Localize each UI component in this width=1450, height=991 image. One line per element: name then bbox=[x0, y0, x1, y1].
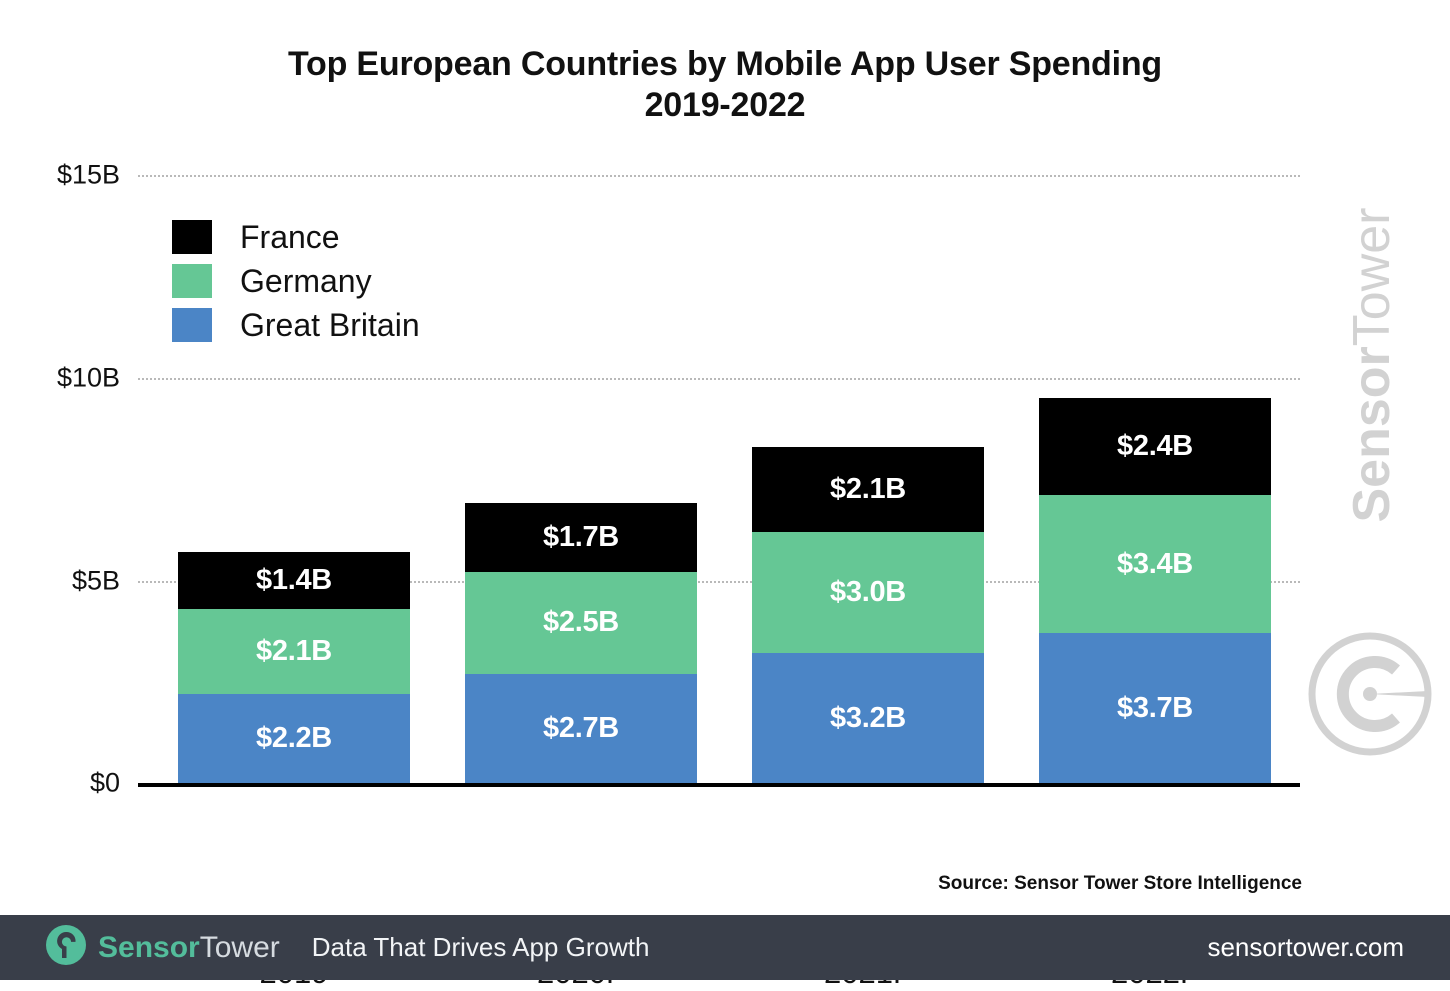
bar-value-label: $3.2B bbox=[830, 701, 906, 734]
footer-brand: SensorTower bbox=[98, 930, 280, 964]
y-axis-tick-0: $0 bbox=[89, 767, 120, 798]
bar-value-label: $3.7B bbox=[1117, 691, 1193, 724]
source-note: Source: Sensor Tower Store Intelligence bbox=[938, 873, 1302, 894]
y-axis-tick-10b: $10B bbox=[56, 362, 120, 393]
bar-value-label: $2.7B bbox=[543, 711, 619, 744]
bar-value-label: $3.0B bbox=[830, 576, 906, 609]
bar-value-label: $2.4B bbox=[1117, 430, 1193, 463]
bar-value-label: $2.5B bbox=[543, 606, 619, 639]
bar-group-2022f[interactable]: $2.4B $3.4B $3.7B bbox=[1039, 397, 1271, 783]
legend-label-germany: Germany bbox=[240, 263, 372, 299]
legend-label-france: France bbox=[240, 219, 340, 255]
bar-segment-germany-2019[interactable]: $2.1B bbox=[178, 608, 410, 694]
bar-segment-great-britain-2021f[interactable]: $3.2B bbox=[752, 653, 984, 783]
footer-bar: SensorTower Data That Drives App Growth … bbox=[0, 915, 1450, 980]
bar-segment-great-britain-2020f[interactable]: $2.7B bbox=[465, 673, 697, 783]
y-axis-tick-15b: $15B bbox=[56, 159, 120, 190]
legend-item-germany[interactable]: Germany bbox=[172, 259, 420, 303]
bar-value-label: $2.1B bbox=[256, 634, 332, 667]
chart-title-line-2: 2019-2022 bbox=[644, 86, 806, 124]
watermark-brand-tower: Tower bbox=[1343, 207, 1401, 347]
bar-segment-germany-2022f[interactable]: $3.4B bbox=[1039, 495, 1271, 633]
bar-value-label: $1.7B bbox=[543, 521, 619, 554]
page-title: Top European Countries by Mobile App Use… bbox=[0, 44, 1450, 126]
gridline-15b bbox=[138, 175, 1300, 177]
footer-brand-tower: Tower bbox=[199, 930, 280, 964]
legend-item-great-britain[interactable]: Great Britain bbox=[172, 303, 420, 347]
bar-segment-france-2020f[interactable]: $1.7B bbox=[465, 503, 697, 573]
bar-value-label: $1.4B bbox=[256, 563, 332, 596]
watermark: SensorTower bbox=[1290, 0, 1450, 900]
sensor-tower-logo-icon bbox=[1304, 628, 1436, 765]
bar-group-2020f[interactable]: $1.7B $2.5B $2.7B bbox=[465, 503, 697, 783]
legend-swatch-germany bbox=[172, 264, 212, 298]
bar-segment-france-2021f[interactable]: $2.1B bbox=[752, 446, 984, 532]
y-axis-tick-5b: $5B bbox=[71, 565, 120, 596]
bar-group-2019[interactable]: $1.4B $2.1B $2.2B bbox=[178, 552, 410, 783]
legend-label-great-britain: Great Britain bbox=[240, 307, 420, 343]
watermark-brand-text: SensorTower bbox=[1342, 165, 1402, 565]
bar-segment-france-2019[interactable]: $1.4B bbox=[178, 552, 410, 609]
legend-swatch-france bbox=[172, 220, 212, 254]
x-axis-line bbox=[138, 783, 1300, 787]
footer-brand-sensor: Sensor bbox=[98, 930, 200, 964]
footer-tagline: Data That Drives App Growth bbox=[311, 932, 650, 962]
bar-segment-great-britain-2022f[interactable]: $3.7B bbox=[1039, 633, 1271, 783]
legend-item-france[interactable]: France bbox=[172, 215, 420, 259]
legend: France Germany Great Britain bbox=[172, 215, 420, 347]
watermark-brand-sensor: Sensor bbox=[1343, 346, 1401, 523]
chart-title-line-1: Top European Countries by Mobile App Use… bbox=[287, 45, 1163, 83]
bar-segment-germany-2020f[interactable]: $2.5B bbox=[465, 572, 697, 674]
bar-group-2021f[interactable]: $2.1B $3.0B $3.2B bbox=[752, 446, 984, 783]
bar-value-label: $2.2B bbox=[256, 721, 332, 754]
legend-swatch-great-britain bbox=[172, 308, 212, 342]
bar-value-label: $3.4B bbox=[1117, 547, 1193, 580]
sensor-tower-mark-icon bbox=[46, 925, 86, 970]
gridline-10b bbox=[138, 378, 1300, 380]
bar-segment-germany-2021f[interactable]: $3.0B bbox=[752, 531, 984, 654]
bar-value-label: $2.1B bbox=[830, 472, 906, 505]
footer-url[interactable]: sensortower.com bbox=[1207, 932, 1404, 963]
bar-segment-france-2022f[interactable]: $2.4B bbox=[1039, 397, 1271, 496]
bar-segment-great-britain-2019[interactable]: $2.2B bbox=[178, 693, 410, 783]
